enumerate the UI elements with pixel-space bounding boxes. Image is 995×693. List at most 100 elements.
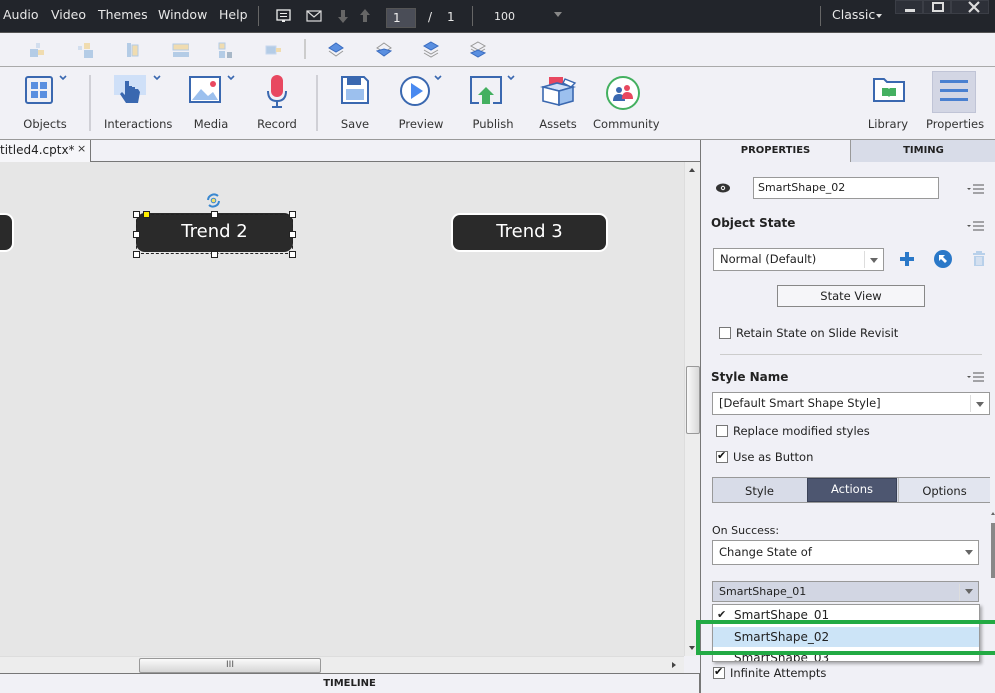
reset-state-icon[interactable] [934,250,952,268]
object-state-menu-icon[interactable] [967,221,985,231]
subtab-actions[interactable]: Actions [807,478,897,502]
align-top-icon[interactable] [217,41,235,59]
bring-to-front-icon[interactable] [422,41,440,59]
align-middle-icon[interactable] [171,41,189,59]
timeline-label: TIMELINE [323,678,376,689]
close-tab-icon[interactable]: × [77,142,86,155]
object-state-dropdown[interactable]: Normal (Default) [713,248,884,271]
visibility-eye-icon[interactable] [715,182,731,194]
send-to-back-icon[interactable] [469,41,487,59]
publish-button[interactable]: Publish [468,67,518,139]
replace-modified-box[interactable] [716,425,728,437]
library-button[interactable]: Library [866,67,910,139]
target-option-smartshape-01[interactable]: ✔ SmartShape_01 [713,605,979,625]
resize-handle-nw[interactable] [133,211,140,218]
scroll-down-icon[interactable] [689,646,695,650]
properties-button[interactable]: Properties [926,67,984,139]
align-bottom-icon[interactable] [264,41,282,59]
bring-forward-icon[interactable] [327,41,345,59]
timeline-panel-header[interactable]: TIMELINE [0,673,700,693]
objects-button[interactable]: Objects [18,67,72,139]
subtab-options[interactable]: Options [898,478,990,502]
resize-handle-e[interactable] [289,231,296,238]
subtab-style[interactable]: Style [713,478,806,502]
target-object-list: ✔ SmartShape_01 SmartShape_02 SmartShape… [712,604,980,662]
menu-themes[interactable]: Themes [98,7,148,22]
assets-button[interactable]: Assets [538,67,578,139]
community-button[interactable]: Community [593,67,660,139]
properties-menu-icon [940,80,968,101]
style-name-dropdown[interactable]: [Default Smart Shape Style] [712,392,990,415]
vertical-scroll-thumb[interactable] [686,366,700,434]
target-option-smartshape-03[interactable]: SmartShape_03 [713,648,979,661]
horizontal-scroll-thumb[interactable]: III [139,658,321,673]
workspace-select[interactable]: Classic [832,7,875,22]
delete-state-icon[interactable] [973,251,985,266]
smart-shape-trend-3[interactable]: Trend 3 [451,213,608,252]
state-view-button[interactable]: State View [777,285,925,307]
retain-state-box[interactable] [719,327,731,339]
dropdown-caret-icon [976,402,984,407]
align-left-icon[interactable] [28,41,46,59]
media-button[interactable]: Media [184,67,238,139]
add-state-icon[interactable] [899,251,915,267]
tab-timing[interactable]: TIMING [851,140,995,162]
resize-handle-sw[interactable] [133,251,140,258]
resize-handle-n[interactable] [211,211,218,218]
slide-number-input[interactable]: 1 [386,8,416,28]
panel-options-menu-icon[interactable] [967,184,985,194]
interactions-button[interactable]: Interactions [104,67,172,139]
menu-audio[interactable]: Audio [3,7,39,22]
section-divider [720,354,982,355]
menu-help[interactable]: Help [219,7,248,22]
menu-video[interactable]: Video [51,7,86,22]
menu-divider [258,6,259,26]
target-option-smartshape-02[interactable]: SmartShape_02 [713,627,979,647]
email-icon[interactable] [306,8,322,24]
smart-shape-partial[interactable] [0,213,14,252]
move-up-icon[interactable] [357,8,373,24]
infinite-attempts-label: Infinite Attempts [730,666,827,680]
save-button[interactable]: Save [335,67,375,139]
align-right-icon[interactable] [76,41,94,59]
slide-notes-icon[interactable] [276,8,292,24]
send-backward-icon[interactable] [375,41,393,59]
style-name-value: [Default Smart Shape Style] [719,396,881,410]
object-state-value: Normal (Default) [720,252,817,266]
corner-radius-handle[interactable] [143,211,150,218]
tab-properties[interactable]: PROPERTIES [701,140,851,162]
resize-handle-ne[interactable] [289,211,296,218]
rotate-handle-icon[interactable] [205,192,222,209]
scroll-up-icon[interactable] [689,168,695,172]
minimize-button[interactable] [895,0,923,14]
resize-handle-w[interactable] [133,231,140,238]
scroll-right-icon[interactable] [672,662,676,668]
style-menu-icon[interactable] [967,372,985,382]
document-tab[interactable]: titled4.cptx* × [0,140,91,162]
infinite-attempts-box[interactable] [713,665,725,679]
move-down-icon[interactable] [335,8,351,24]
object-name-input[interactable]: SmartShape_02 [753,177,939,199]
on-success-label: On Success: [712,524,780,537]
checkmark-icon: ✔ [717,608,727,621]
resize-handle-se[interactable] [289,251,296,258]
workspace-caret-icon[interactable] [876,14,882,18]
maximize-button[interactable] [923,0,951,14]
record-button[interactable]: Record [255,67,299,139]
target-object-dropdown[interactable]: SmartShape_01 [712,581,979,602]
close-window-button[interactable] [951,0,989,14]
resize-handle-s[interactable] [211,251,218,258]
use-as-button-box[interactable] [716,449,728,463]
zoom-level-select[interactable]: 100 [494,10,515,23]
object-state-title: Object State [711,216,796,230]
canvas-vertical-scrollbar[interactable] [684,162,700,656]
canvas-horizontal-scrollbar[interactable]: III [0,656,684,673]
panel-scrollbar-thumb[interactable] [991,523,995,578]
slide-canvas[interactable]: Trend 2 Trend 3 [0,162,684,656]
panel-scroll-up-icon[interactable] [991,512,995,515]
zoom-dropdown-caret-icon[interactable] [554,12,562,17]
align-center-icon[interactable] [124,41,142,59]
preview-button[interactable]: Preview [398,67,444,139]
on-success-action-dropdown[interactable]: Change State of [712,540,979,565]
menu-window[interactable]: Window [158,7,207,22]
